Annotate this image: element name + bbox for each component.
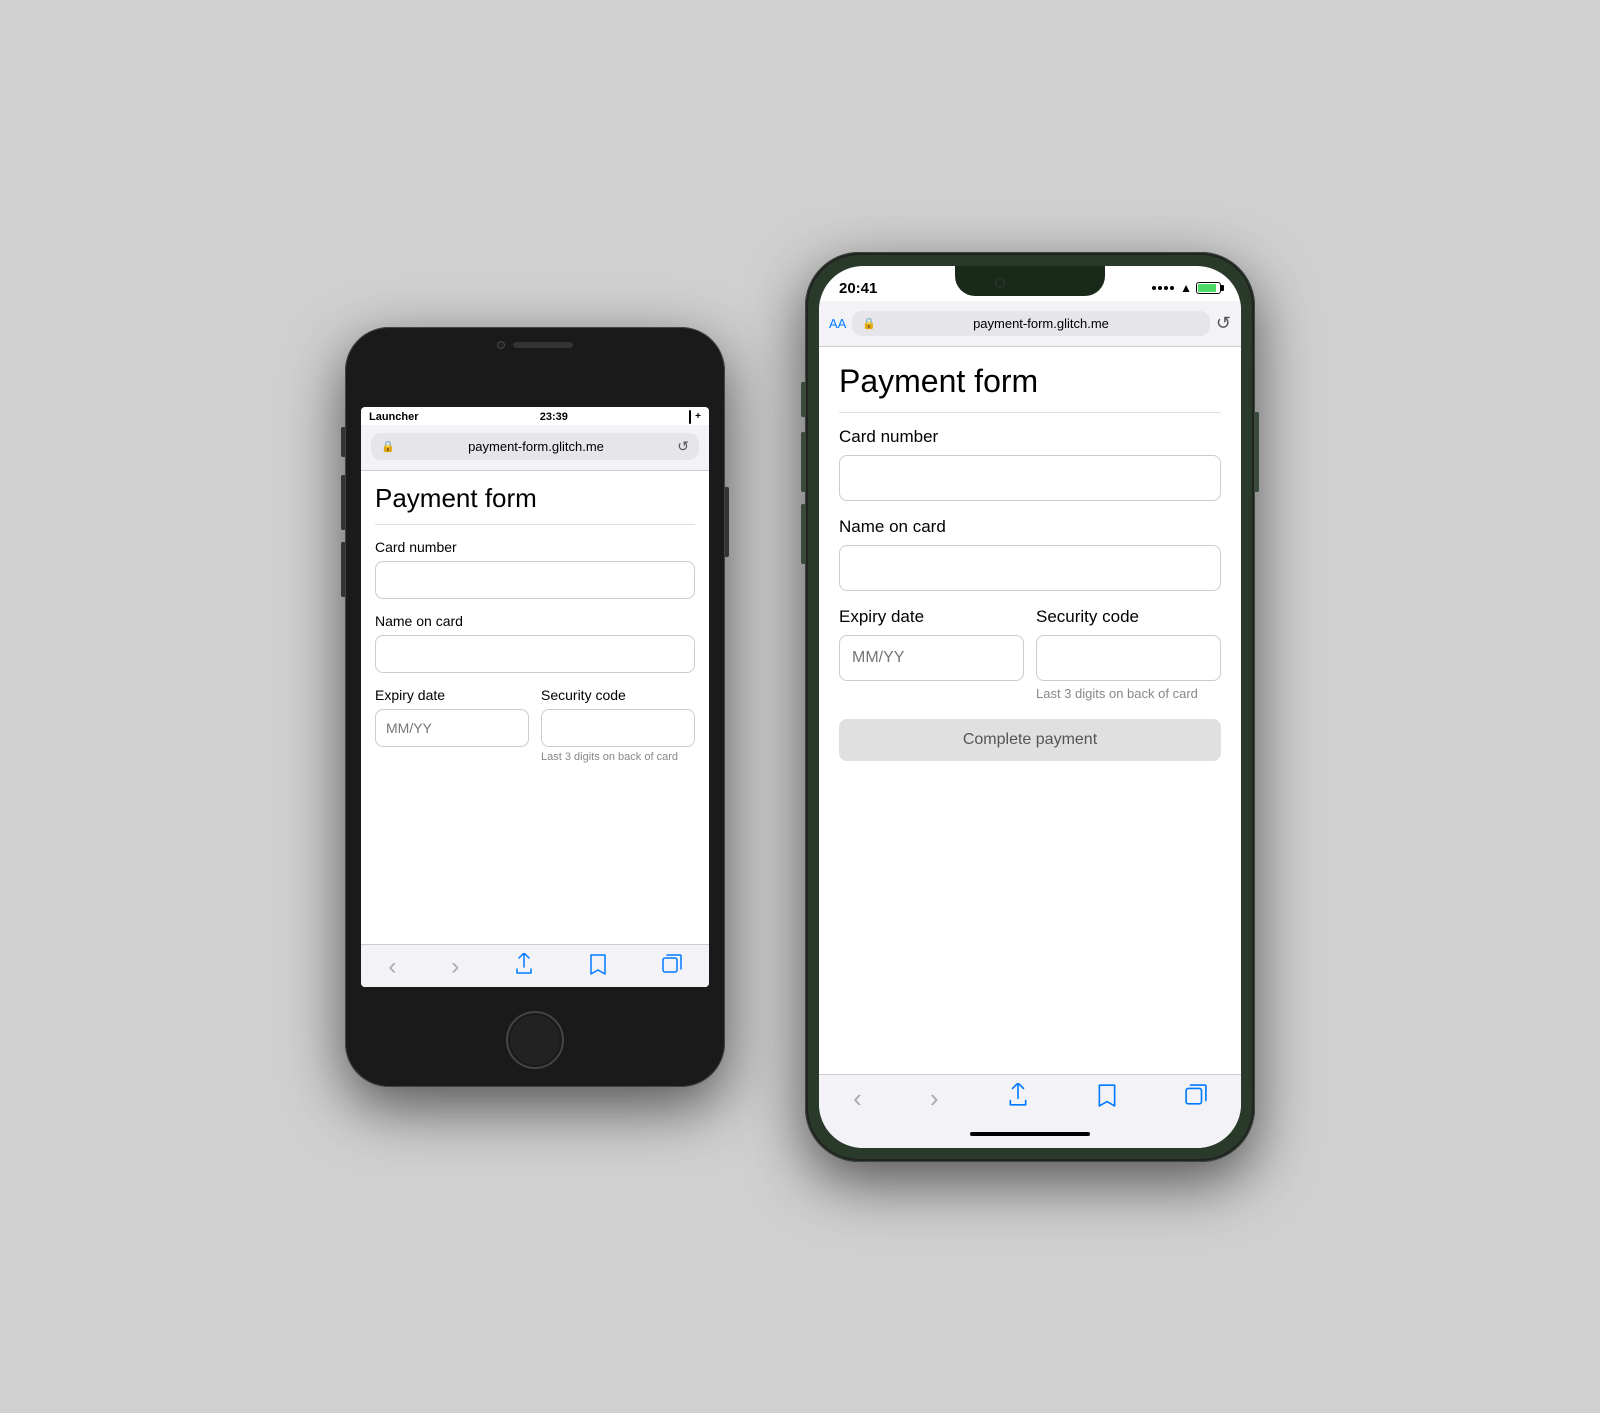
name-input[interactable] <box>375 635 695 673</box>
security-label: Security code <box>541 687 695 703</box>
bottom-row-x: Expiry date Security code Last 3 digits … <box>839 607 1221 701</box>
card-number-group-x: Card number <box>839 427 1221 501</box>
phone7-screen: Launcher 23:39 + 🔒 payment-form.glitch.m… <box>361 407 709 987</box>
safari-toolbar-x: ‹ › <box>819 1074 1241 1120</box>
lock-icon: 🔒 <box>381 440 395 453</box>
security-input-x[interactable] <box>1036 635 1221 681</box>
expiry-label-x: Expiry date <box>839 607 1024 627</box>
iphone7: Launcher 23:39 + 🔒 payment-form.glitch.m… <box>345 327 725 1087</box>
x-page-body: Payment form Card number Name on card Ex… <box>819 347 1241 1074</box>
time-label: 23:39 <box>540 411 568 423</box>
mute-button-x <box>801 382 805 417</box>
expiry-input[interactable] <box>375 709 529 747</box>
status-icons-x: ▲ <box>1152 281 1221 295</box>
reload-button[interactable]: ↺ <box>677 438 689 455</box>
notch <box>955 266 1105 296</box>
phone7-top <box>345 341 725 349</box>
security-group: Security code Last 3 digits on back of c… <box>541 687 695 763</box>
carrier-label: Launcher <box>369 411 419 423</box>
name-input-x[interactable] <box>839 545 1221 591</box>
reload-button-x[interactable]: ↺ <box>1216 313 1231 334</box>
back-button-x[interactable]: ‹ <box>853 1083 862 1114</box>
lock-icon-x: 🔒 <box>862 317 876 330</box>
earpiece-x <box>1015 280 1065 285</box>
name-group: Name on card <box>375 613 695 673</box>
security-hint-x: Last 3 digits on back of card <box>1036 686 1221 701</box>
home-button[interactable] <box>506 1011 564 1069</box>
phonex-screen: 20:41 ▲ AA <box>819 266 1241 1148</box>
card-number-label: Card number <box>375 539 695 555</box>
front-camera <box>497 341 505 349</box>
battery-plus: + <box>695 411 701 422</box>
time-x: 20:41 <box>839 280 877 297</box>
expiry-group-x: Expiry date <box>839 607 1024 701</box>
security-input[interactable] <box>541 709 695 747</box>
volume-down-x <box>801 504 805 564</box>
tabs-button-x[interactable] <box>1185 1084 1207 1112</box>
battery-body-x <box>1196 282 1221 294</box>
power-button <box>725 487 729 557</box>
name-label-x: Name on card <box>839 517 1221 537</box>
bookmarks-button-x[interactable] <box>1097 1083 1117 1113</box>
status-bar: Launcher 23:39 + <box>361 407 709 425</box>
card-number-input[interactable] <box>375 561 695 599</box>
page-title-x: Payment form <box>839 363 1221 413</box>
forward-button[interactable]: › <box>451 953 459 981</box>
url-text-x: payment-form.glitch.me <box>882 316 1200 331</box>
expiry-label: Expiry date <box>375 687 529 703</box>
url-text: payment-form.glitch.me <box>401 439 672 454</box>
security-label-x: Security code <box>1036 607 1221 627</box>
volume-up-x <box>801 432 805 492</box>
home-indicator <box>819 1120 1241 1148</box>
signal-dots <box>1152 286 1174 290</box>
page-title: Payment form <box>375 483 695 525</box>
address-bar-row: AA 🔒 payment-form.glitch.me ↺ <box>829 311 1231 336</box>
card-number-label-x: Card number <box>839 427 1221 447</box>
submit-button[interactable]: Complete payment <box>839 719 1221 761</box>
browser-chrome-x: AA 🔒 payment-form.glitch.me ↺ <box>819 301 1241 347</box>
battery-icon <box>689 411 691 423</box>
battery-body <box>689 410 691 424</box>
iphonex: 20:41 ▲ AA <box>805 252 1255 1162</box>
name-label: Name on card <box>375 613 695 629</box>
forward-button-x[interactable]: › <box>930 1083 939 1114</box>
security-hint: Last 3 digits on back of card <box>541 751 695 763</box>
bottom-row: Expiry date Security code Last 3 digits … <box>375 687 695 763</box>
mute-button <box>341 427 345 457</box>
status-icons: + <box>689 411 701 423</box>
card-number-group: Card number <box>375 539 695 599</box>
aa-button[interactable]: AA <box>829 316 846 331</box>
battery-fill-x <box>1198 284 1216 292</box>
share-button-x[interactable] <box>1007 1083 1029 1113</box>
back-button[interactable]: ‹ <box>388 953 396 981</box>
tabs-button[interactable] <box>662 954 682 980</box>
browser-chrome: 🔒 payment-form.glitch.me ↺ <box>361 425 709 471</box>
expiry-input-x[interactable] <box>839 635 1024 681</box>
volume-up-button <box>341 475 345 530</box>
earpiece <box>513 342 573 348</box>
address-bar-x[interactable]: 🔒 payment-form.glitch.me <box>852 311 1210 336</box>
home-bar <box>970 1132 1090 1136</box>
wifi-icon-x: ▲ <box>1180 281 1192 295</box>
page-body: Payment form Card number Name on card Ex… <box>361 471 709 944</box>
battery-tip-x <box>1221 285 1224 291</box>
front-camera-x <box>995 278 1005 288</box>
expiry-group: Expiry date <box>375 687 529 763</box>
power-button-x <box>1255 412 1259 492</box>
safari-toolbar: ‹ › <box>361 944 709 987</box>
bookmarks-button[interactable] <box>589 953 607 981</box>
name-group-x: Name on card <box>839 517 1221 591</box>
security-group-x: Security code Last 3 digits on back of c… <box>1036 607 1221 701</box>
address-bar[interactable]: 🔒 payment-form.glitch.me ↺ <box>371 433 699 460</box>
share-button[interactable] <box>514 953 534 981</box>
card-number-input-x[interactable] <box>839 455 1221 501</box>
battery-icon-x <box>1196 282 1221 294</box>
volume-down-button <box>341 542 345 597</box>
